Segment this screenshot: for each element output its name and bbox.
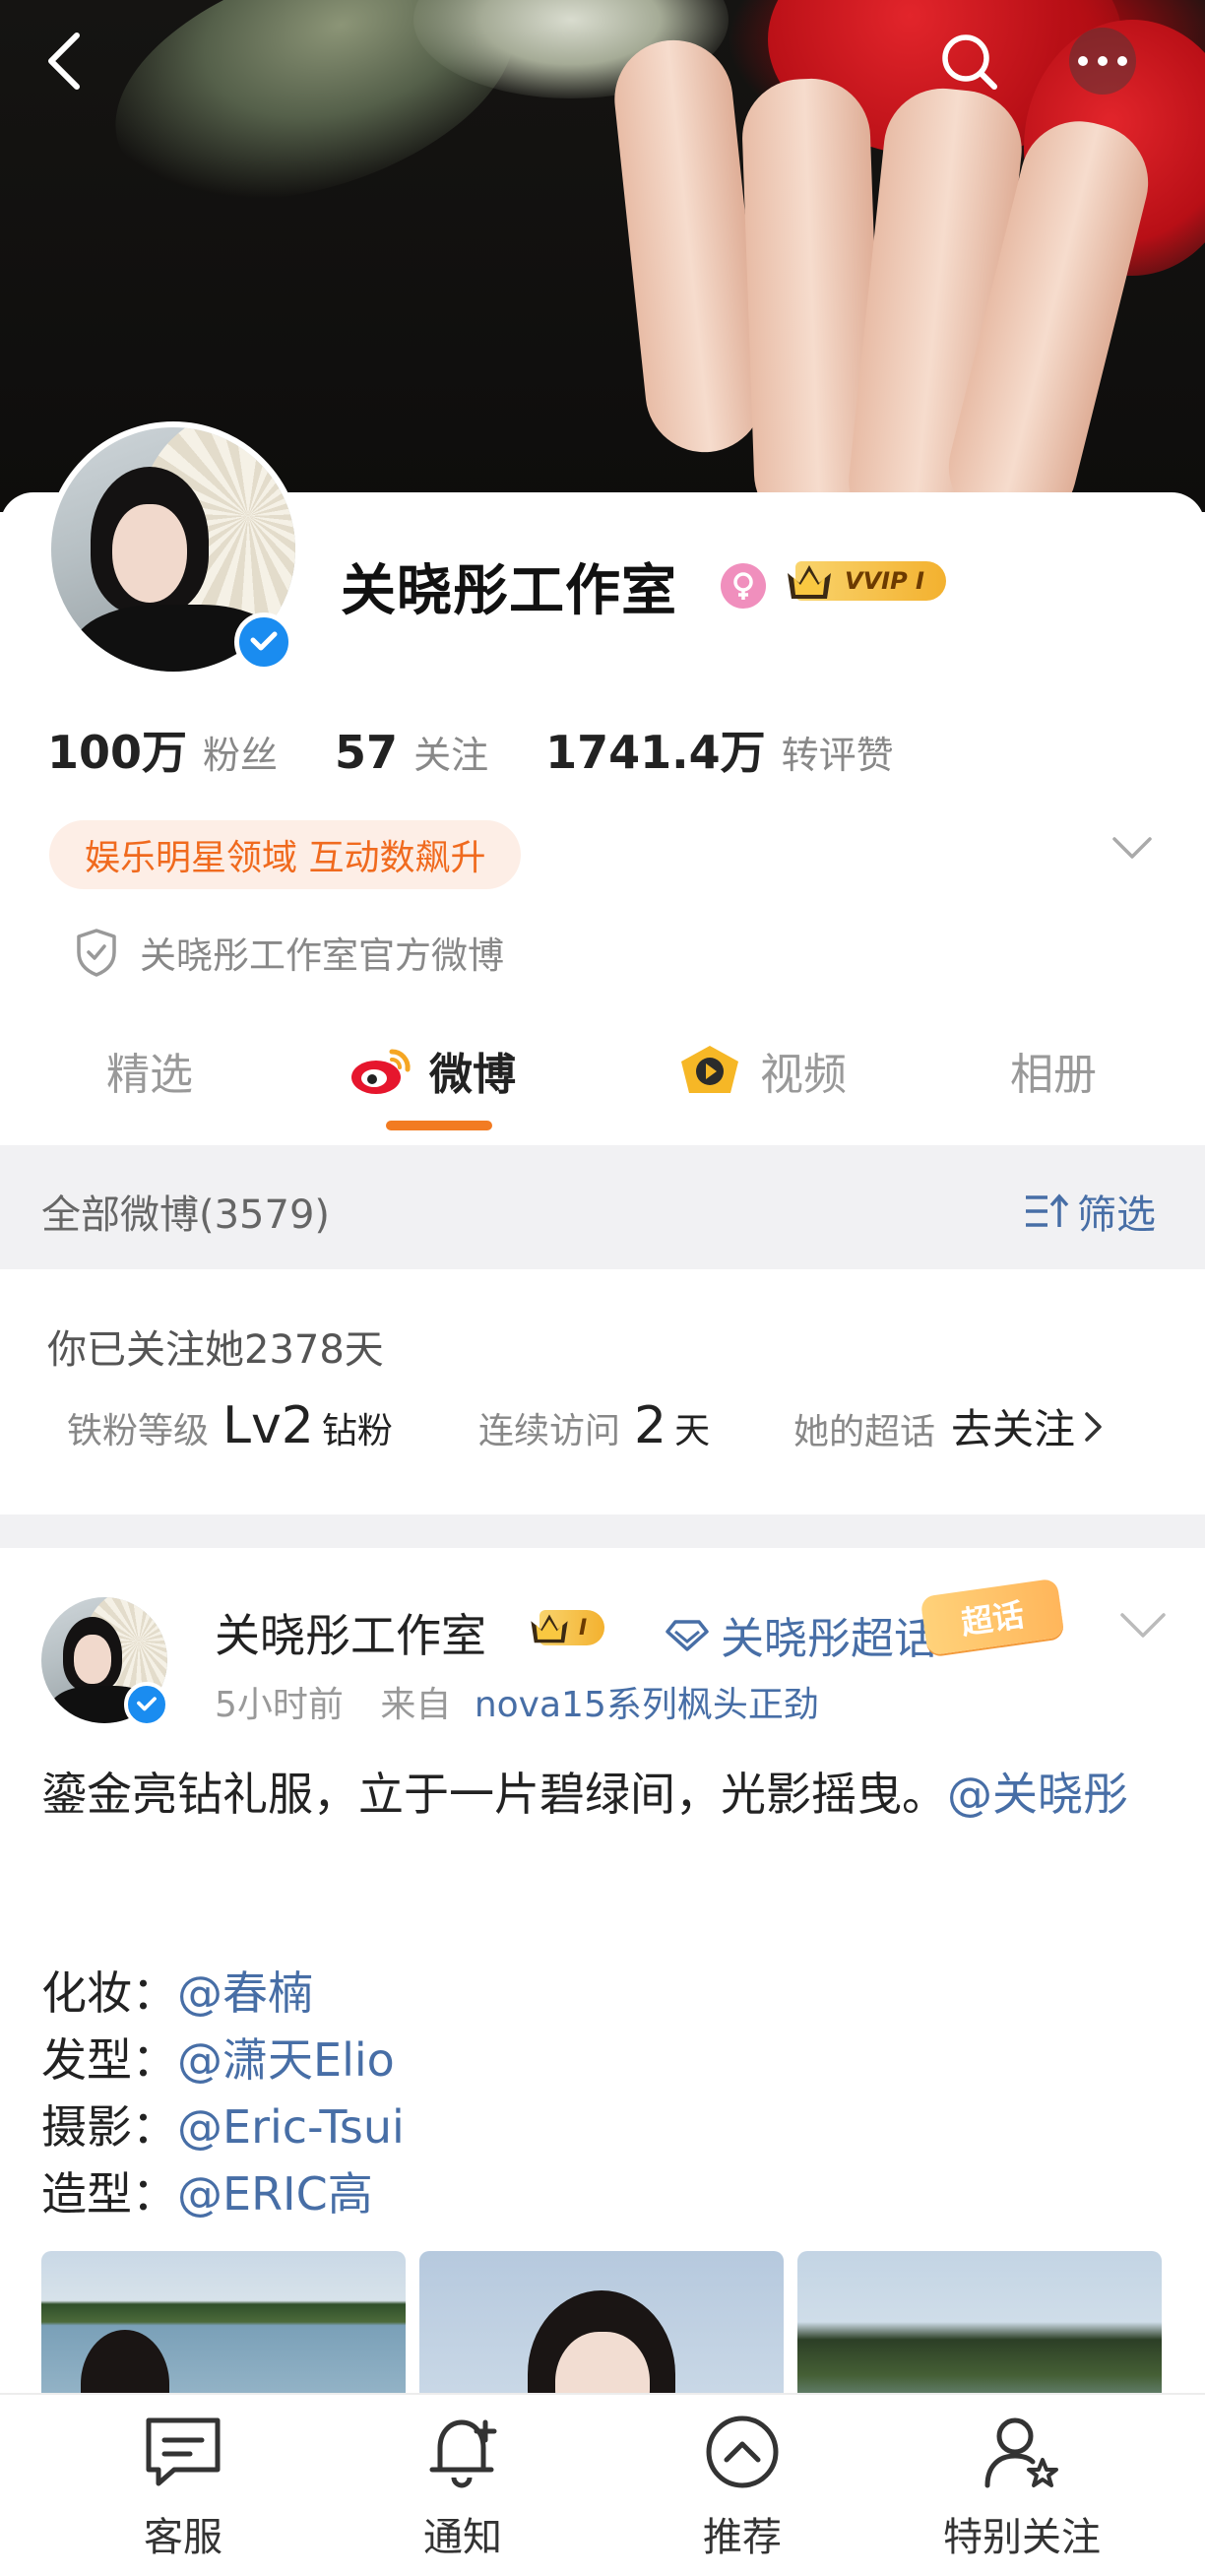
follow-days: 你已关注她2378天	[47, 1327, 384, 1373]
recommend-button[interactable]: 推荐	[624, 2413, 860, 2562]
tab-album[interactable]: 相册	[1010, 1039, 1097, 1102]
shield-check-icon	[77, 929, 116, 977]
interactions-count[interactable]: 1741.4万	[545, 717, 766, 782]
fan-level-label: 铁粉等级	[67, 1411, 210, 1451]
super-topic-link[interactable]: 关晓彤超话	[666, 1603, 937, 1666]
fan-level-value: Lv2	[222, 1396, 314, 1455]
following-label[interactable]: 关注	[413, 725, 488, 779]
chevron-left-icon	[48, 32, 80, 90]
search-button[interactable]	[933, 26, 1004, 97]
tab-weibo-label: 微博	[429, 1050, 516, 1100]
fan-level[interactable]: 铁粉等级 Lv2 钻粉	[67, 1396, 393, 1455]
post-credits: 化妆：@春楠 发型：@潇天Elio 摄影：@Eric-Tsui 造型：@ERIC…	[41, 1960, 405, 2227]
profile-stats: 100万 粉丝 57 关注 1741.4万 转评赞	[47, 717, 951, 782]
more-button[interactable]	[1069, 28, 1136, 95]
credit-mention[interactable]: @ERIC高	[177, 2167, 373, 2221]
credit-role: 化妆：	[41, 1966, 177, 2020]
visit-streak[interactable]: 连续访问 2 天	[478, 1396, 710, 1455]
section-divider	[0, 1514, 1205, 1548]
tab-video[interactable]: 视频	[675, 1039, 847, 1102]
notify-label: 通知	[423, 2515, 502, 2560]
visit-streak-suffix: 天	[674, 1411, 711, 1451]
chevron-right-icon	[1085, 1412, 1102, 1442]
filter-button[interactable]: 筛选	[1022, 1183, 1156, 1240]
post-verified-icon	[124, 1682, 169, 1727]
tab-weibo[interactable]: 微博	[349, 1039, 516, 1102]
credit-line: 造型：@ERIC高	[41, 2160, 405, 2227]
credit-line: 发型：@潇天Elio	[41, 2027, 405, 2093]
post-meta: 5小时前 来自 nova15系列枫头正劲	[215, 1676, 819, 1727]
profile-name: 关晓彤工作室	[341, 559, 677, 623]
filter-bar: 全部微博(3579) 筛选	[0, 1145, 1205, 1269]
visit-streak-label: 连续访问	[478, 1411, 621, 1451]
post-source[interactable]: nova15系列枫头正劲	[475, 1685, 819, 1725]
interactions-label[interactable]: 转评赞	[782, 725, 894, 779]
super-topic-name: 关晓彤超话	[721, 1614, 937, 1664]
credit-role: 摄影：	[41, 2100, 177, 2154]
search-icon	[942, 34, 997, 90]
tab-featured[interactable]: 精选	[106, 1039, 193, 1102]
credit-line: 摄影：@Eric-Tsui	[41, 2093, 405, 2160]
customer-service-button[interactable]: 客服	[65, 2413, 301, 2562]
credit-mention[interactable]: @潇天Elio	[177, 2033, 395, 2087]
filter-icon	[1026, 1193, 1069, 1227]
credit-mention[interactable]: @春楠	[177, 1966, 313, 2020]
tab-video-label: 视频	[760, 1050, 847, 1100]
customer-service-label: 客服	[144, 2515, 222, 2560]
domain-tag[interactable]: 娱乐明星领域 互动数飙升	[49, 820, 522, 889]
credit-role: 造型：	[41, 2167, 177, 2221]
bell-plus-icon	[429, 2419, 497, 2488]
vvip-badge[interactable]: VVIP I	[784, 559, 946, 603]
tab-album-label: 相册	[1010, 1050, 1097, 1100]
active-tab-indicator	[386, 1121, 492, 1130]
following-count[interactable]: 57	[335, 726, 398, 779]
post-time: 5小时前	[215, 1685, 344, 1725]
filter-label: 筛选	[1077, 1192, 1156, 1238]
weibo-logo-icon	[351, 1049, 411, 1094]
user-star-icon	[984, 2417, 1058, 2488]
special-follow-label: 特别关注	[943, 2515, 1101, 2560]
official-account-line: 关晓彤工作室官方微博	[73, 926, 504, 979]
credit-line: 化妆：@春楠	[41, 1960, 405, 2027]
post-from-prefix: 来自	[380, 1685, 452, 1725]
fan-level-suffix: 钻粉	[321, 1411, 393, 1451]
credit-role: 发型：	[41, 2033, 177, 2087]
back-button[interactable]	[30, 26, 100, 97]
all-posts-count[interactable]: 全部微博(3579)	[41, 1183, 330, 1240]
avatar-face	[112, 504, 187, 603]
recommend-icon	[706, 2415, 779, 2488]
more-dots-icon	[1078, 56, 1127, 66]
followers-label[interactable]: 粉丝	[203, 725, 278, 779]
verified-badge-icon	[234, 612, 293, 672]
official-label: 关晓彤工作室官方微博	[140, 934, 504, 977]
diamond-icon	[666, 1620, 709, 1651]
post-body: 鎏金亮钻礼服，立于一片碧绿间，光影摇曳。	[41, 1768, 947, 1821]
video-play-icon	[681, 1046, 738, 1093]
credit-mention[interactable]: @Eric-Tsui	[177, 2100, 405, 2154]
chevron-down-icon[interactable]	[1110, 835, 1154, 861]
post-mention[interactable]: @关晓彤	[947, 1768, 1128, 1821]
chat-icon	[146, 2417, 221, 2486]
super-topic-label: 她的超话	[793, 1412, 936, 1452]
super-topic-follow[interactable]: 她的超话 去关注	[793, 1396, 1105, 1456]
super-topic-badge[interactable]: 超话	[920, 1578, 1065, 1656]
post-text: 鎏金亮钻礼服，立于一片碧绿间，光影摇曳。@关晓彤	[41, 1761, 1173, 1828]
avatar-face	[74, 1635, 111, 1684]
post-menu-chevron-icon[interactable]	[1118, 1611, 1168, 1641]
special-follow-button[interactable]: 特别关注	[904, 2413, 1140, 2562]
crown-icon	[531, 1614, 568, 1643]
notify-button[interactable]: 通知	[345, 2413, 581, 2562]
visit-streak-value: 2	[634, 1396, 667, 1455]
tab-featured-label: 精选	[106, 1050, 193, 1100]
go-follow-link[interactable]: 去关注	[951, 1396, 1075, 1456]
post-author-name[interactable]: 关晓彤工作室	[215, 1600, 486, 1665]
crown-icon	[788, 565, 831, 599]
female-icon	[721, 563, 766, 609]
followers-count[interactable]: 100万	[47, 717, 187, 782]
post-vip-badge[interactable]: I	[528, 1608, 605, 1647]
recommend-label: 推荐	[703, 2515, 782, 2560]
